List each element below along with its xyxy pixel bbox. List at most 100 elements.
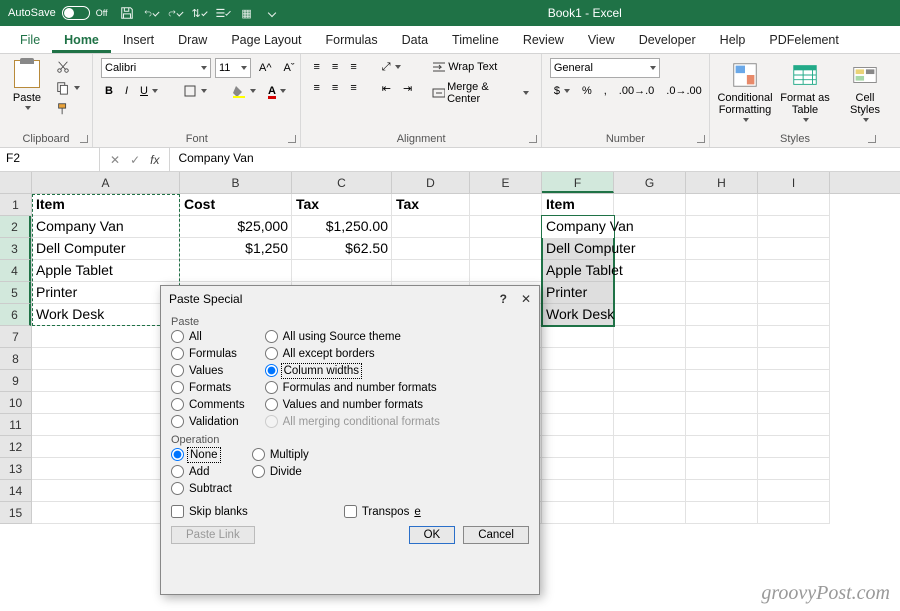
align-right-icon[interactable]: ≡ (346, 79, 360, 97)
radio-add[interactable]: Add (171, 465, 232, 478)
increase-decimal-icon[interactable]: .00→.0 (615, 82, 658, 100)
redo-icon[interactable] (168, 6, 182, 20)
radio-formulas[interactable]: Formulas (171, 347, 245, 360)
radio-values-and-number-formats[interactable]: Values and number formats (265, 398, 440, 411)
border-button[interactable] (179, 82, 211, 100)
tab-data[interactable]: Data (390, 27, 440, 53)
cell-F2[interactable] (542, 216, 614, 238)
cell-H1[interactable] (686, 194, 758, 216)
font-family-combo[interactable]: Calibri (101, 58, 211, 78)
cell-C2[interactable] (292, 216, 392, 238)
column-header-I[interactable]: I (758, 172, 830, 193)
ok-button[interactable]: OK (409, 526, 456, 544)
cell-I3[interactable] (758, 238, 830, 260)
qat-more-icon[interactable] (264, 6, 278, 20)
cell-F9[interactable] (542, 370, 614, 392)
tab-formulas[interactable]: Formulas (314, 27, 390, 53)
help-icon[interactable]: ? (500, 292, 507, 306)
cell-I11[interactable] (758, 414, 830, 436)
cell-H11[interactable] (686, 414, 758, 436)
row-header-3[interactable]: 3 (0, 238, 31, 260)
cell-I1[interactable] (758, 194, 830, 216)
cell-A5[interactable] (32, 282, 180, 304)
cell-D1[interactable] (392, 194, 470, 216)
cell-E4[interactable] (470, 260, 542, 282)
align-middle-icon[interactable]: ≡ (328, 58, 342, 76)
row-header-10[interactable]: 10 (0, 392, 31, 414)
cell-A15[interactable] (32, 502, 180, 524)
cell-A9[interactable] (32, 370, 180, 392)
tab-view[interactable]: View (576, 27, 627, 53)
cell-F6[interactable] (542, 304, 614, 326)
cancel-formula-icon[interactable]: ✕ (110, 153, 120, 167)
cell-G14[interactable] (614, 480, 686, 502)
cell-H14[interactable] (686, 480, 758, 502)
cell-A4[interactable] (32, 260, 180, 282)
cell-B4[interactable] (180, 260, 292, 282)
column-header-A[interactable]: A (32, 172, 180, 193)
row-header-2[interactable]: 2 (0, 216, 31, 238)
decrease-decimal-icon[interactable]: .0→.00 (662, 82, 705, 100)
cell-H10[interactable] (686, 392, 758, 414)
radio-formulas-and-number-formats[interactable]: Formulas and number formats (265, 381, 440, 394)
formula-bar[interactable]: Company Van (170, 148, 900, 171)
row-header-11[interactable]: 11 (0, 414, 31, 436)
column-header-E[interactable]: E (470, 172, 542, 193)
cell-A8[interactable] (32, 348, 180, 370)
cell-H12[interactable] (686, 436, 758, 458)
undo-icon[interactable] (144, 6, 158, 20)
cell-G4[interactable] (614, 260, 686, 282)
radio-column-widths[interactable]: Column widths (265, 364, 440, 377)
cell-A7[interactable] (32, 326, 180, 348)
cell-I12[interactable] (758, 436, 830, 458)
row-header-5[interactable]: 5 (0, 282, 31, 304)
column-header-C[interactable]: C (292, 172, 392, 193)
tab-file[interactable]: File (8, 27, 52, 53)
cell-F11[interactable] (542, 414, 614, 436)
autosave-toggle[interactable]: AutoSave Off (8, 6, 108, 20)
cell-G7[interactable] (614, 326, 686, 348)
cell-C4[interactable] (292, 260, 392, 282)
italic-button[interactable]: I (121, 82, 132, 100)
cell-H7[interactable] (686, 326, 758, 348)
row-header-8[interactable]: 8 (0, 348, 31, 370)
tab-developer[interactable]: Developer (627, 27, 708, 53)
comma-button[interactable]: , (600, 82, 611, 100)
align-left-icon[interactable]: ≡ (309, 79, 323, 97)
radio-comments[interactable]: Comments (171, 398, 245, 411)
cell-G10[interactable] (614, 392, 686, 414)
close-icon[interactable]: ✕ (521, 292, 531, 306)
cell-styles-button[interactable]: Cell Styles (838, 58, 892, 124)
cell-H5[interactable] (686, 282, 758, 304)
align-bottom-icon[interactable]: ≡ (346, 58, 360, 76)
column-header-F[interactable]: F (542, 172, 614, 193)
cell-D2[interactable] (392, 216, 470, 238)
skip-blanks-checkbox[interactable]: Skip blanks (171, 505, 248, 518)
cell-G15[interactable] (614, 502, 686, 524)
radio-all-using-source-theme[interactable]: All using Source theme (265, 330, 440, 343)
cell-I13[interactable] (758, 458, 830, 480)
row-header-9[interactable]: 9 (0, 370, 31, 392)
cell-A2[interactable] (32, 216, 180, 238)
cell-I4[interactable] (758, 260, 830, 282)
underline-button[interactable]: U (136, 82, 162, 100)
cancel-button[interactable]: Cancel (463, 526, 529, 544)
radio-none[interactable]: None (171, 448, 232, 461)
cell-F3[interactable] (542, 238, 614, 260)
radio-divide[interactable]: Divide (252, 465, 309, 478)
tab-review[interactable]: Review (511, 27, 576, 53)
cell-D3[interactable] (392, 238, 470, 260)
cell-F12[interactable] (542, 436, 614, 458)
cell-A3[interactable] (32, 238, 180, 260)
cell-G2[interactable] (614, 216, 686, 238)
radio-multiply[interactable]: Multiply (252, 448, 309, 461)
row-header-7[interactable]: 7 (0, 326, 31, 348)
conditional-formatting-button[interactable]: Conditional Formatting (718, 58, 772, 124)
merge-center-button[interactable]: Merge & Center (428, 79, 533, 107)
row-header-13[interactable]: 13 (0, 458, 31, 480)
cell-F15[interactable] (542, 502, 614, 524)
cell-A11[interactable] (32, 414, 180, 436)
cell-A12[interactable] (32, 436, 180, 458)
column-header-B[interactable]: B (180, 172, 292, 193)
radio-subtract[interactable]: Subtract (171, 482, 232, 495)
